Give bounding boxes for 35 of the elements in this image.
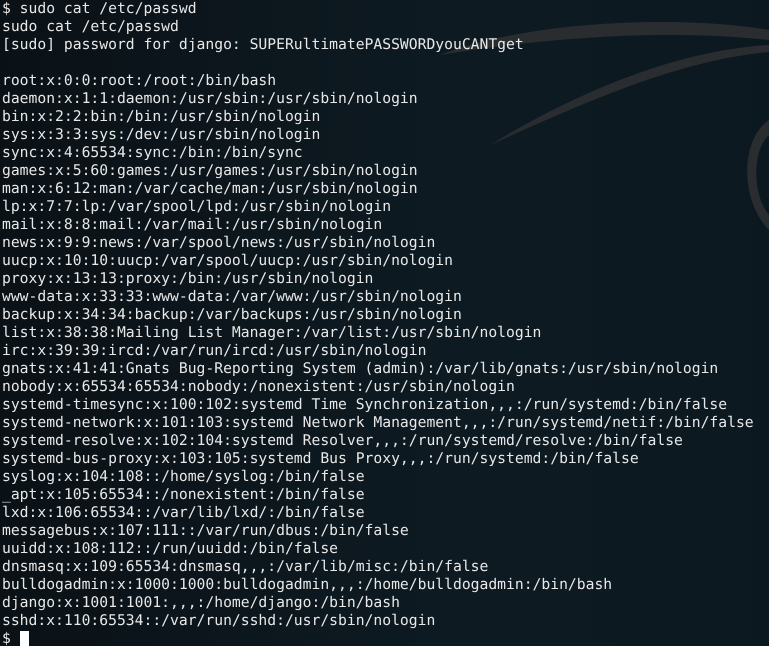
output-line: messagebus:x:107:111::/var/run/dbus:/bin/false	[2, 522, 410, 540]
output-line: systemd-network:x:101:103:systemd Network Management,,,:/run/systemd/netif:/bin/false	[2, 414, 755, 432]
output-line: bulldogadmin:x:1000:1000:bulldogadmin,,,:/home/bulldogadmin:/bin/bash	[2, 576, 614, 594]
output-line: man:x:6:12:man:/var/cache/man:/usr/sbin/nologin	[2, 180, 419, 198]
output-line: [sudo] password for django: SUPERultimatePASSWORDyouCANTget	[2, 36, 525, 54]
output-line: systemd-timesync:x:100:102:systemd Time Synchronization,,,:/run/systemd:/bin/false	[2, 396, 728, 414]
output-line: uucp:x:10:10:uucp:/var/spool/uucp:/usr/sbin/nologin	[2, 252, 454, 270]
output-line: daemon:x:1:1:daemon:/usr/sbin:/usr/sbin/nologin	[2, 90, 419, 108]
output-line: systemd-resolve:x:102:104:systemd Resolver,,,:/run/systemd/resolve:/bin/false	[2, 432, 684, 450]
output-line: mail:x:8:8:mail:/var/mail:/usr/sbin/nologin	[2, 216, 384, 234]
output-line: gnats:x:41:41:Gnats Bug-Reporting System (admin):/var/lib/gnats:/usr/sbin/nologin	[2, 360, 720, 378]
output-line: sync:x:4:65534:sync:/bin:/bin/sync	[2, 144, 304, 162]
output-line: dnsmasq:x:109:65534:dnsmasq,,,:/var/lib/misc:/bin/false	[2, 558, 490, 576]
output-line: $ sudo cat /etc/passwd	[2, 0, 198, 18]
output-line: lp:x:7:7:lp:/var/spool/lpd:/usr/sbin/nologin	[2, 198, 392, 216]
output-line: sshd:x:110:65534::/var/run/sshd:/usr/sbin/nologin	[2, 612, 436, 630]
output-line: systemd-bus-proxy:x:103:105:systemd Bus Proxy,,,:/run/systemd:/bin/false	[2, 450, 640, 468]
output-line: bin:x:2:2:bin:/bin:/usr/sbin/nologin	[2, 108, 322, 126]
output-line: www-data:x:33:33:www-data:/var/www:/usr/sbin/nologin	[2, 288, 463, 306]
output-line: list:x:38:38:Mailing List Manager:/var/list:/usr/sbin/nologin	[2, 324, 542, 342]
output-line: sys:x:3:3:sys:/dev:/usr/sbin/nologin	[2, 126, 322, 144]
output-line: django:x:1001:1001:,,,:/home/django:/bin/bash	[2, 594, 401, 612]
output-line: irc:x:39:39:ircd:/var/run/ircd:/usr/sbin/nologin	[2, 342, 428, 360]
output-line: lxd:x:106:65534::/var/lib/lxd/:/bin/false	[2, 504, 366, 522]
output-line: _apt:x:105:65534::/nonexistent:/bin/false	[2, 486, 366, 504]
output-line: games:x:5:60:games:/usr/games:/usr/sbin/nologin	[2, 162, 419, 180]
output-line: sudo cat /etc/passwd	[2, 18, 180, 36]
output-line: uuidd:x:108:112::/run/uuidd:/bin/false	[2, 540, 340, 558]
output-line: syslog:x:104:108::/home/syslog:/bin/false	[2, 468, 366, 486]
prompt-symbol: $	[2, 630, 11, 646]
output-line: root:x:0:0:root:/root:/bin/bash	[2, 72, 278, 90]
output-line: proxy:x:13:13:proxy:/bin:/usr/sbin/nologin	[2, 270, 374, 288]
output-line: nobody:x:65534:65534:nobody:/nonexistent:/usr/sbin/nologin	[2, 378, 516, 396]
output-line: backup:x:34:34:backup:/var/backups:/usr/sbin/nologin	[2, 306, 463, 324]
output-line: news:x:9:9:news:/var/spool/news:/usr/sbin/nologin	[2, 234, 436, 252]
